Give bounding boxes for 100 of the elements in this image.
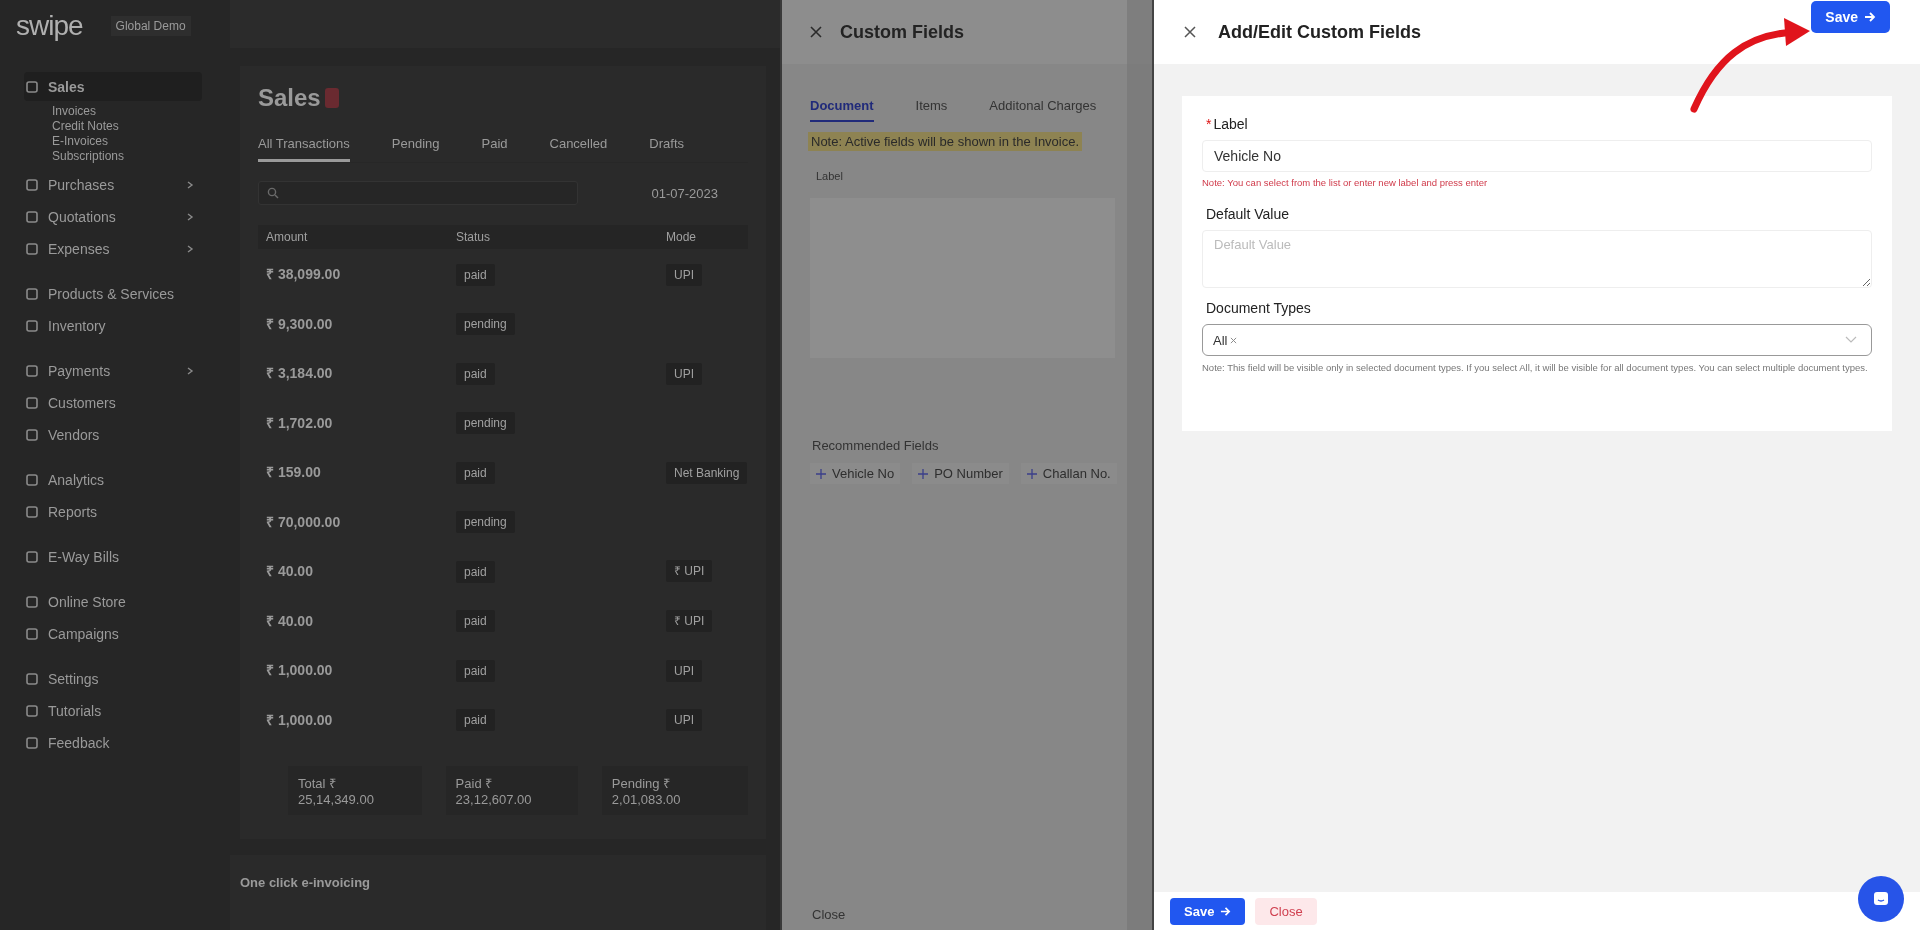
field-label: Label <box>1213 116 1248 132</box>
payment-mode-tag: ₹ UPI <box>666 609 713 632</box>
sidebar-item[interactable]: Payments <box>24 356 202 385</box>
search-field[interactable] <box>258 181 578 205</box>
square-icon <box>26 672 38 685</box>
tab[interactable]: Cancelled <box>549 130 608 162</box>
recommended-field-button[interactable]: Challan No. <box>1020 463 1117 484</box>
chevron-down-icon <box>1845 336 1857 344</box>
sidebar-item[interactable]: Products & Services <box>24 279 202 308</box>
sidebar-item[interactable]: E-Way Bills <box>24 542 202 571</box>
square-icon <box>26 505 38 518</box>
amount-cell-text: ₹ 40.00 <box>266 562 314 581</box>
sidebar-item[interactable]: Inventory <box>24 311 202 340</box>
document-types-select[interactable]: All <box>1202 324 1872 356</box>
amount-cell-text: ₹ 1,000.00 <box>266 661 334 680</box>
chat-button[interactable] <box>1858 876 1904 922</box>
hint-text: Note: You can select from the list or enter new label and press enter <box>1202 177 1489 188</box>
tab[interactable]: Paid <box>481 130 508 162</box>
drawer-title: Add/Edit Custom Fields <box>1218 21 1421 43</box>
amount-cell-text: ₹ 38,099.00 <box>266 265 342 284</box>
sidebar-subitem[interactable]: Subscriptions <box>52 149 202 163</box>
sidebar-item[interactable]: Settings <box>24 664 202 693</box>
close-icon[interactable] <box>1230 336 1238 344</box>
square-icon <box>26 473 38 486</box>
amount-cell-text: ₹ 70,000.00 <box>266 512 342 531</box>
sidebar-item[interactable]: Reports <box>24 497 202 526</box>
square-icon <box>26 364 38 377</box>
square-icon <box>26 396 38 409</box>
amount-cell-text: ₹ 3,184.00 <box>266 364 334 383</box>
label-input[interactable]: Vehicle No <box>1202 140 1872 172</box>
tab[interactable]: Items <box>915 98 948 122</box>
organization-name[interactable]: Global Demo <box>110 16 191 36</box>
square-icon <box>26 242 38 255</box>
total-summary: Pending ₹ 2,01,083.00 <box>601 766 748 815</box>
sidebar-item[interactable]: Campaigns <box>24 619 202 648</box>
banner-title: One click e-invoicing <box>240 875 371 890</box>
tab[interactable]: Document <box>810 98 874 122</box>
tab[interactable]: All Transactions <box>258 130 350 162</box>
tag[interactable]: All <box>1213 332 1238 348</box>
square-icon <box>26 428 38 441</box>
square-icon <box>26 550 38 563</box>
sidebar-item[interactable]: Feedback <box>24 728 202 757</box>
amount-cell-text: ₹ 9,300.00 <box>266 314 334 333</box>
square-icon <box>26 80 38 93</box>
field-label: Document Types <box>1206 300 1311 316</box>
logo[interactable]: swipe <box>16 10 83 42</box>
payment-mode-tag: UPI <box>666 362 702 385</box>
status-tag: paid <box>456 461 495 484</box>
payment-mode-tag: UPI <box>666 659 702 682</box>
square-icon <box>26 287 38 300</box>
tab[interactable]: Drafts <box>649 130 684 162</box>
sidebar-item[interactable]: Online Store <box>24 587 202 616</box>
close-icon[interactable] <box>1184 26 1196 38</box>
plus-icon <box>816 468 826 479</box>
section-title: Recommended Fields <box>811 437 940 453</box>
default-value-input[interactable]: Default Value <box>1202 230 1872 288</box>
sidebar-item[interactable]: Analytics <box>24 465 202 494</box>
tab[interactable]: Pending <box>391 130 440 162</box>
status-tag: paid <box>456 610 495 633</box>
column-header: Mode <box>666 230 698 244</box>
status-tag: paid <box>456 362 495 385</box>
info-note: Note: Active fields will be shown in the Invoice. <box>808 132 1083 151</box>
field-label: Default Value <box>1206 206 1289 222</box>
badge-icon <box>324 88 339 108</box>
sidebar-subitem[interactable]: Invoices <box>52 104 202 118</box>
amount-cell-text: ₹ 1,000.00 <box>266 710 334 729</box>
total-summary: Paid ₹ 23,12,607.00 <box>445 766 578 815</box>
payment-mode-tag: UPI <box>666 263 702 286</box>
sidebar-item[interactable]: Purchases <box>24 170 202 199</box>
square-icon <box>26 595 38 608</box>
recommended-field-button[interactable]: Vehicle No <box>810 463 901 484</box>
status-tag: paid <box>456 659 495 682</box>
footer-button[interactable]: Close <box>1255 897 1317 925</box>
status-tag: pending <box>456 412 515 435</box>
help-text: Note: This field will be visible only in selected document types. If you select All, it will be visible for all document types. You can select multiple document types. <box>1202 362 1869 375</box>
column-header: Amount <box>266 230 309 244</box>
column-header: Status <box>456 230 492 244</box>
sidebar-item[interactable]: Tutorials <box>24 696 202 725</box>
save-button[interactable]: Save <box>1811 1 1890 33</box>
status-tag: paid <box>456 709 495 732</box>
payment-mode-tag: ₹ UPI <box>666 560 713 583</box>
plus-icon <box>918 468 929 479</box>
sidebar-item[interactable]: Sales <box>24 72 202 101</box>
drawer-title: Custom Fields <box>840 21 964 43</box>
tab[interactable]: Additonal Charges <box>989 98 1097 122</box>
sidebar-item[interactable]: Expenses <box>24 234 202 263</box>
sidebar-subitem[interactable]: Credit Notes <box>52 119 202 133</box>
square-icon <box>26 319 38 332</box>
search-icon <box>267 187 279 199</box>
sidebar-item[interactable]: Customers <box>24 388 202 417</box>
close-link[interactable]: Close <box>782 907 1127 922</box>
sidebar-item[interactable]: Vendors <box>24 420 202 449</box>
recommended-field-button[interactable]: PO Number <box>912 463 1009 484</box>
square-icon <box>26 178 38 191</box>
sidebar-subitem[interactable]: E-Invoices <box>52 134 202 148</box>
payment-mode-tag: Net Banking <box>666 461 748 484</box>
sidebar-item[interactable]: Quotations <box>24 202 202 231</box>
close-icon[interactable] <box>810 26 822 38</box>
date-range[interactable]: 01-07-2023 <box>651 185 718 201</box>
footer-button[interactable]: Save <box>1170 897 1246 925</box>
